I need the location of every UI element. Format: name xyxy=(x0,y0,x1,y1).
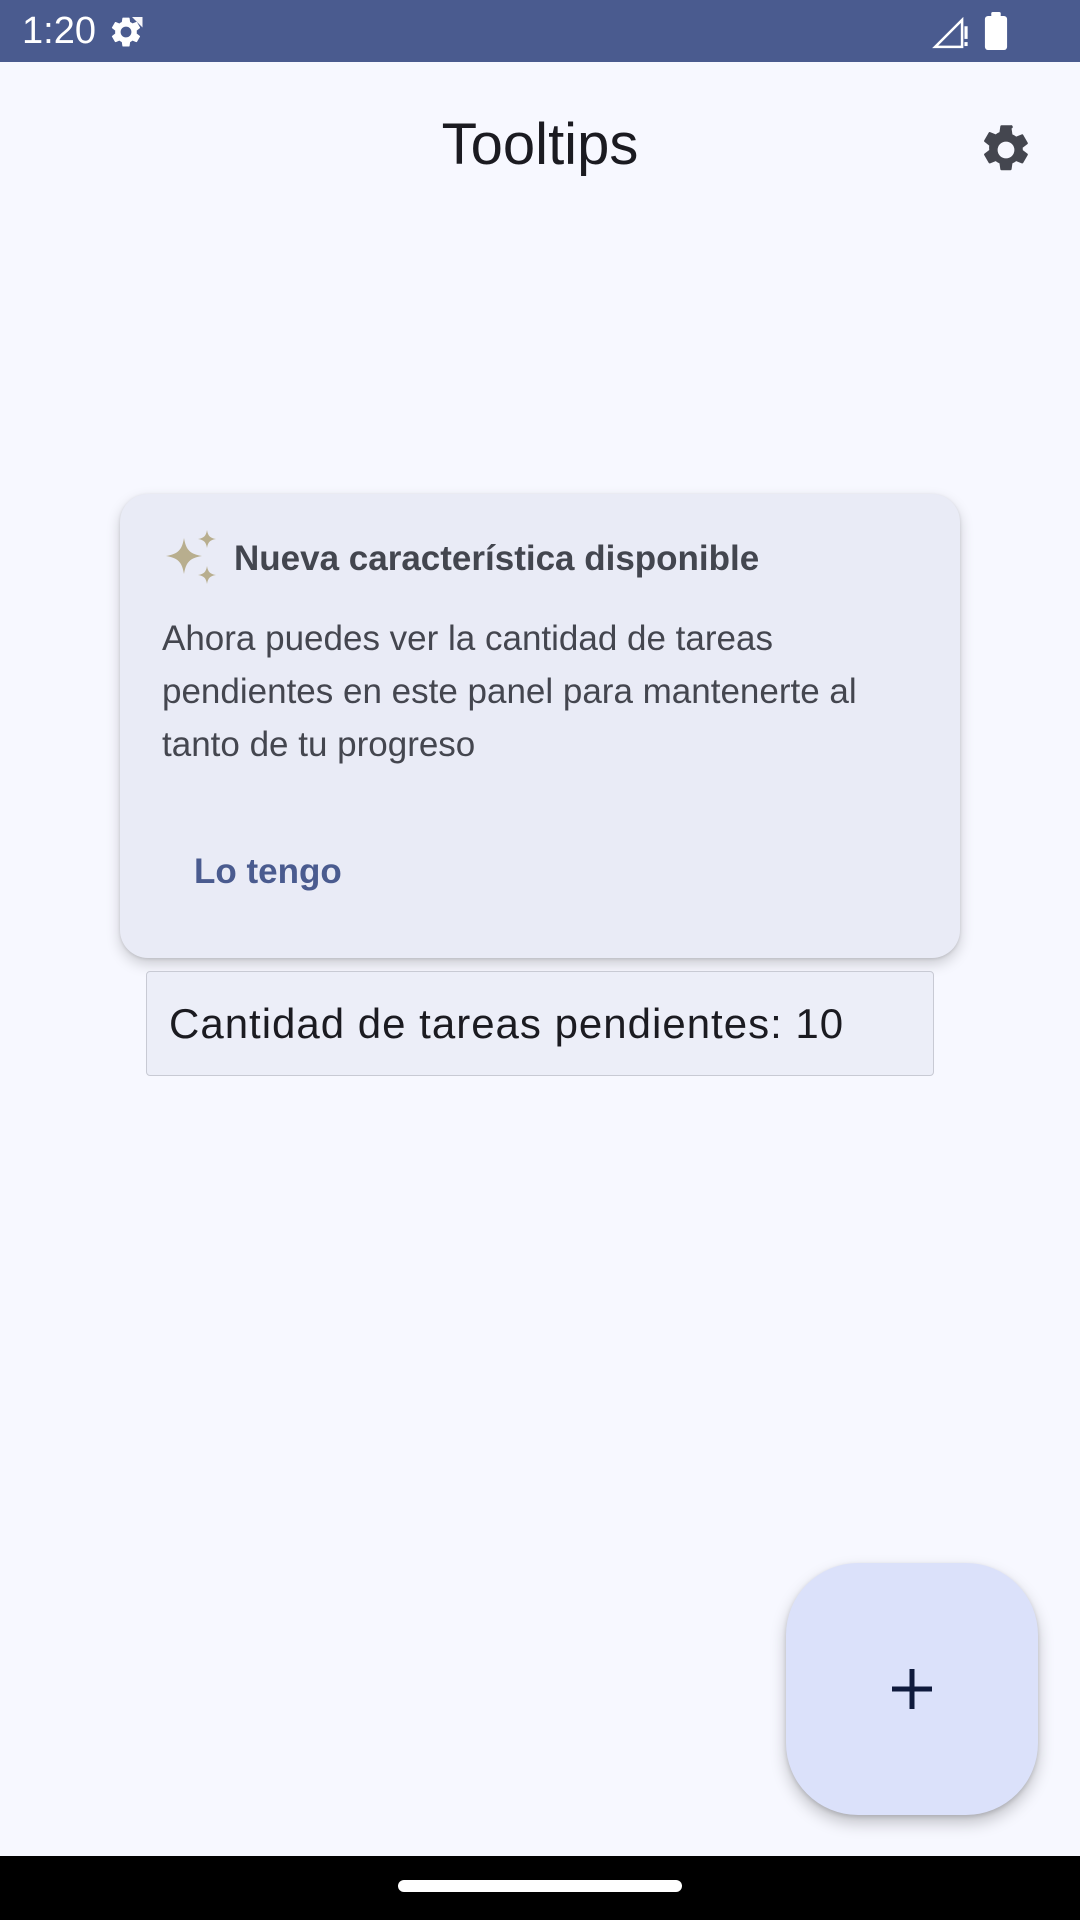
tooltip-header: Nueva característica disponible xyxy=(160,528,759,590)
top-app-bar: Tooltips xyxy=(0,62,1080,230)
got-it-button[interactable]: Lo tengo xyxy=(172,838,364,906)
status-time: 1:20 xyxy=(22,10,96,52)
plus-icon xyxy=(892,1669,932,1709)
settings-button[interactable] xyxy=(970,114,1042,186)
pending-tasks-text: Cantidad de tareas pendientes: 10 xyxy=(169,999,845,1047)
status-bar: 1:20 xyxy=(0,0,1080,62)
sparkle-icon xyxy=(166,530,216,584)
home-gesture-handle[interactable] xyxy=(398,1880,682,1892)
pending-tasks-box: Cantidad de tareas pendientes: 10 xyxy=(146,971,934,1076)
add-task-fab[interactable] xyxy=(786,1563,1038,1815)
cell-signal-icon xyxy=(932,16,968,49)
feature-tooltip-card: Nueva característica disponible Ahora pu… xyxy=(120,494,960,958)
tooltip-title: Nueva característica disponible xyxy=(234,539,760,578)
tooltip-body: Ahora puedes ver la cantidad de tareas p… xyxy=(162,619,857,764)
settings-gear-status-icon xyxy=(111,17,143,47)
page-title: Tooltips xyxy=(441,112,639,177)
battery-icon xyxy=(984,12,1008,50)
gear-icon xyxy=(984,125,1028,171)
system-navigation-bar xyxy=(0,1856,1080,1920)
